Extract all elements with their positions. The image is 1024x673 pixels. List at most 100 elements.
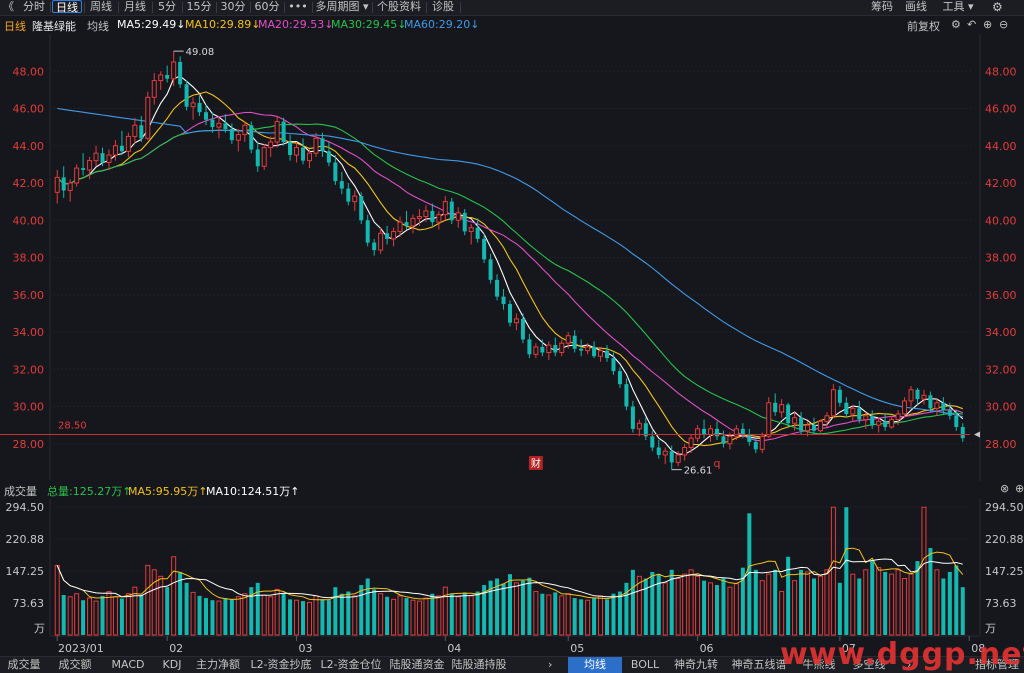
- tab-overlay[interactable]: 均线: [568, 657, 622, 673]
- candle-body-down: [773, 402, 778, 413]
- zoom-in-icon[interactable]: ⊕: [983, 18, 992, 32]
- toolbar-item[interactable]: 个股资料: [374, 0, 424, 15]
- volume-bar-up: [261, 594, 267, 636]
- volume-bar-up: [636, 575, 642, 636]
- ma-label[interactable]: 均线: [87, 18, 109, 34]
- double-chevron-left-icon[interactable]: 《: [3, 0, 14, 14]
- tab-overlay[interactable]: 神奇九转: [668, 657, 724, 673]
- volume-bar-down: [553, 592, 558, 635]
- volume-bar-down: [501, 583, 506, 635]
- tab-indicator[interactable]: 成交量: [0, 657, 48, 673]
- candle-body-up: [559, 342, 565, 353]
- candle-body-up: [908, 389, 914, 402]
- adjust-mode[interactable]: 前复权: [907, 18, 940, 34]
- volume-bar-up: [455, 596, 461, 636]
- candle-body-up: [151, 80, 157, 98]
- candle-body-up: [598, 350, 604, 357]
- volume-bar-down: [611, 593, 616, 635]
- toolbar-item[interactable]: 周线: [86, 0, 116, 15]
- volume-bar-up: [125, 593, 131, 636]
- volume-bar-down: [507, 574, 513, 635]
- candle-body-up: [817, 420, 823, 432]
- candle-body-down: [650, 436, 655, 448]
- toolbar-item[interactable]: 日线: [52, 0, 82, 14]
- tab-indicator[interactable]: 陆股通持股: [448, 657, 510, 673]
- tab-indicator[interactable]: 成交额: [48, 657, 102, 673]
- settings-icon[interactable]: ⚙: [951, 18, 961, 32]
- volume-tick-right: 73.63: [985, 597, 1017, 610]
- candle-body-up: [727, 435, 733, 445]
- toolbar-item[interactable]: 15分: [184, 0, 214, 15]
- toolbar-item[interactable]: •••: [286, 0, 310, 15]
- candle-body-down: [954, 415, 959, 427]
- zoom-out-icon[interactable]: ⊖: [999, 18, 1008, 32]
- candle-body-up: [675, 454, 681, 463]
- volume-bar-up: [863, 569, 869, 636]
- volume-bar-up: [598, 595, 604, 636]
- tab-indicator[interactable]: L2-资金仓位: [316, 657, 386, 673]
- candle-body-up: [397, 221, 403, 232]
- candle-body-up: [636, 422, 642, 430]
- candle-body-up: [416, 216, 422, 219]
- expand-icon[interactable]: ⊕: [1015, 482, 1024, 496]
- candle-body-down: [462, 212, 467, 232]
- candle-body-up: [455, 212, 461, 221]
- toolbar-item[interactable]: 60分: [252, 0, 282, 15]
- volume-bar-up: [559, 595, 565, 636]
- kline-chart[interactable]: 48.00 46.00 44.00 42.00 40.00 38.00 36.00 34.00…: [0, 34, 1024, 481]
- volume-bar-down: [617, 591, 622, 635]
- close-icon[interactable]: ⊗: [1000, 482, 1009, 496]
- volume-bar-down: [203, 598, 209, 635]
- ma20-value: MA20:29.53↓: [258, 18, 334, 31]
- gear-icon[interactable]: ⚙: [992, 0, 1003, 14]
- candle-body-down: [702, 428, 707, 435]
- toolbar-item[interactable]: 多周期图 ▾: [314, 0, 370, 15]
- volume-bar-down: [301, 601, 306, 635]
- toolbar-item[interactable]: 分时: [20, 0, 48, 15]
- chevron-right-icon[interactable]: ›: [548, 658, 552, 672]
- price-tick-left: 38.00: [13, 252, 45, 265]
- volume-bar-down: [339, 593, 344, 635]
- toolbar-item[interactable]: 诊股: [428, 0, 458, 15]
- toolbar-item[interactable]: 5分: [154, 0, 180, 15]
- finance-marker: 财: [531, 457, 541, 470]
- candle-body-down: [753, 441, 758, 450]
- volume-bar-down: [326, 600, 331, 635]
- tab-indicator[interactable]: 主力净额: [190, 657, 246, 673]
- stock-name[interactable]: 隆基绿能: [32, 18, 76, 34]
- volume-bar-up: [585, 599, 591, 636]
- candle-body-up: [74, 167, 80, 184]
- tab-indicator[interactable]: L2-资金抄底: [246, 657, 316, 673]
- candle-body-down: [540, 346, 545, 353]
- toolbar-item[interactable]: 月线: [120, 0, 150, 15]
- volume-bar-up: [662, 582, 668, 636]
- volume-ma10: MA10:124.51万↑: [206, 485, 300, 498]
- tab-indicator[interactable]: MACD: [102, 657, 154, 673]
- volume-chart[interactable]: 294.50 294.50 220.88 220.88 147.25 147.25 73.6…: [0, 499, 1024, 656]
- candle-body-down: [507, 304, 513, 323]
- volume-total: 总量:125.27万↑: [47, 485, 132, 498]
- tab-overlay[interactable]: BOLL: [622, 657, 668, 673]
- tools-menu-button[interactable]: 工具 ▾: [936, 0, 980, 15]
- watermark: www.dggp.net: [780, 637, 1024, 672]
- candle-body-down: [960, 426, 965, 439]
- volume-bar-down: [941, 578, 946, 635]
- volume-bar-up: [313, 595, 319, 636]
- volume-bar-up: [533, 591, 539, 636]
- toolbar-item[interactable]: 30分: [218, 0, 248, 15]
- candle-body-up: [682, 446, 688, 456]
- candle-body-down: [579, 348, 584, 351]
- candle-body-up: [294, 147, 300, 156]
- tab-indicator[interactable]: KDJ: [154, 657, 190, 673]
- undo-icon[interactable]: ↶: [967, 18, 976, 32]
- volume-unit-left: 万: [34, 622, 45, 635]
- chip-button[interactable]: 筹码: [866, 0, 898, 15]
- tab-indicator[interactable]: 陆股通资金: [386, 657, 448, 673]
- draw-line-button[interactable]: 画线: [900, 0, 932, 15]
- candle-body-up: [695, 428, 701, 439]
- volume-bar-up: [921, 506, 927, 636]
- price-tick-right: 34.00: [985, 326, 1017, 339]
- toolbar-separator: [284, 2, 285, 13]
- candle-body-up: [895, 413, 901, 421]
- candle-body-down: [320, 138, 325, 152]
